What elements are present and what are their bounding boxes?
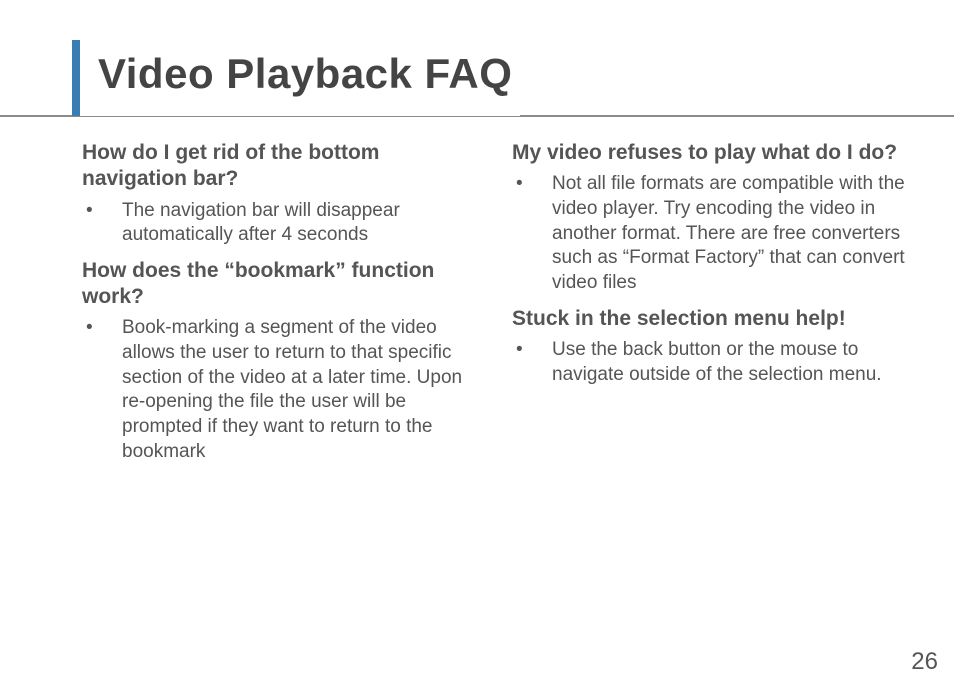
title-block: Video Playback FAQ [72, 40, 520, 116]
faq-question: How does the “bookmark” func­tion work? [82, 258, 484, 311]
faq-answer-item: • Book-marking a segment of the video al… [82, 316, 484, 464]
faq-question: How do I get rid of the bottom navigatio… [82, 140, 484, 193]
faq-answer-list: • The navigation bar will disappear auto… [82, 199, 484, 248]
page-number: 26 [911, 648, 938, 676]
bullet-icon: • [82, 199, 122, 248]
content-columns: How do I get rid of the bottom navigatio… [82, 140, 914, 475]
faq-question: Stuck in the selection menu help! [512, 306, 914, 332]
faq-answer-text: Book-marking a segment of the video allo… [122, 316, 484, 464]
faq-answer-text: Use the back button or the mouse to navi… [552, 338, 914, 387]
faq-answer-list: • Not all file formats are compatible wi… [512, 172, 914, 295]
right-column: My video refuses to play what do I do? •… [512, 140, 914, 475]
faq-answer-text: The navigation bar will disappear automa… [122, 199, 484, 248]
faq-answer-list: • Book-marking a segment of the video al… [82, 316, 484, 464]
bullet-icon: • [512, 172, 552, 295]
left-column: How do I get rid of the bottom navigatio… [82, 140, 484, 475]
bullet-icon: • [82, 316, 122, 464]
faq-question: My video refuses to play what do I do? [512, 140, 914, 166]
faq-answer-item: • The navigation bar will disappear auto… [82, 199, 484, 248]
faq-answer-list: • Use the back button or the mouse to na… [512, 338, 914, 387]
faq-answer-text: Not all file formats are compatible with… [552, 172, 914, 295]
faq-answer-item: • Not all file formats are compatible wi… [512, 172, 914, 295]
bullet-icon: • [512, 338, 552, 387]
faq-answer-item: • Use the back button or the mouse to na… [512, 338, 914, 387]
title-accent-bar [72, 40, 80, 116]
page-title: Video Playback FAQ [80, 40, 512, 116]
header: Video Playback FAQ [0, 0, 954, 40]
